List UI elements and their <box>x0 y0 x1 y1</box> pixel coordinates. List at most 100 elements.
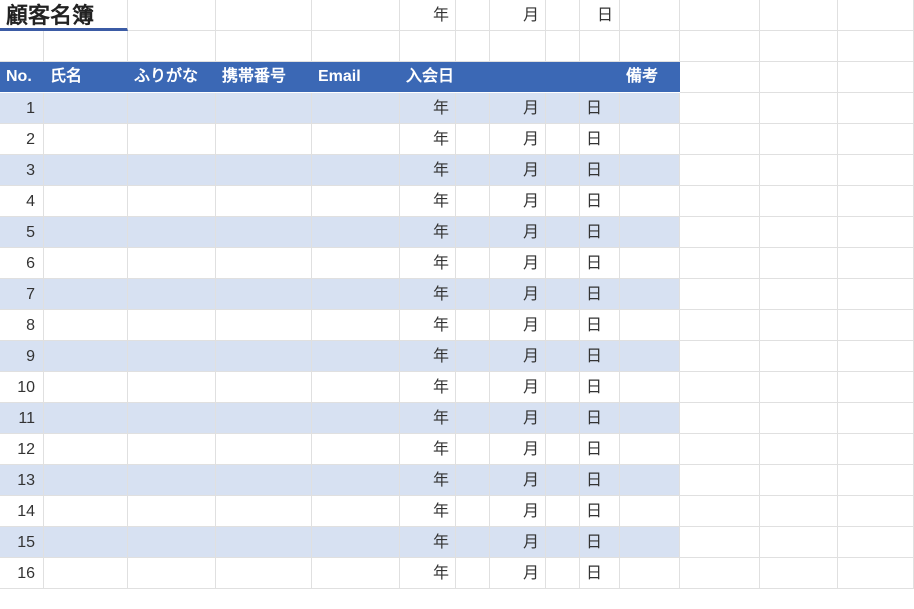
cell-furigana[interactable] <box>128 558 216 589</box>
cell-month-value[interactable] <box>546 372 580 403</box>
cell-mobile[interactable] <box>216 527 312 558</box>
cell-year-value[interactable] <box>456 372 490 403</box>
cell-notes[interactable] <box>620 124 680 155</box>
cell-mobile[interactable] <box>216 558 312 589</box>
cell-name[interactable] <box>44 279 128 310</box>
cell-month-value[interactable] <box>546 217 580 248</box>
cell-notes[interactable] <box>620 496 680 527</box>
cell-month-value[interactable] <box>546 341 580 372</box>
cell-month-value[interactable] <box>546 403 580 434</box>
cell-month-value[interactable] <box>546 124 580 155</box>
cell-notes[interactable] <box>620 527 680 558</box>
cell-notes[interactable] <box>620 465 680 496</box>
cell-furigana[interactable] <box>128 310 216 341</box>
cell-furigana[interactable] <box>128 372 216 403</box>
cell-email[interactable] <box>312 558 400 589</box>
row-no[interactable]: 3 <box>0 155 44 186</box>
cell-month-value[interactable] <box>546 310 580 341</box>
cell-year-value[interactable] <box>456 217 490 248</box>
cell-email[interactable] <box>312 434 400 465</box>
cell-name[interactable] <box>44 558 128 589</box>
cell-email[interactable] <box>312 527 400 558</box>
cell-mobile[interactable] <box>216 279 312 310</box>
cell-notes[interactable] <box>620 155 680 186</box>
cell-furigana[interactable] <box>128 496 216 527</box>
cell-name[interactable] <box>44 527 128 558</box>
cell-month-value[interactable] <box>546 527 580 558</box>
cell-name[interactable] <box>44 341 128 372</box>
row-no[interactable]: 8 <box>0 310 44 341</box>
cell-notes[interactable] <box>620 279 680 310</box>
cell-name[interactable] <box>44 217 128 248</box>
cell-mobile[interactable] <box>216 124 312 155</box>
cell-name[interactable] <box>44 496 128 527</box>
cell-month-value[interactable] <box>546 496 580 527</box>
cell-notes[interactable] <box>620 372 680 403</box>
cell-year-value[interactable] <box>456 124 490 155</box>
cell-email[interactable] <box>312 155 400 186</box>
row-no[interactable]: 15 <box>0 527 44 558</box>
cell-mobile[interactable] <box>216 217 312 248</box>
cell-name[interactable] <box>44 372 128 403</box>
cell-furigana[interactable] <box>128 93 216 124</box>
cell-mobile[interactable] <box>216 155 312 186</box>
cell-name[interactable] <box>44 93 128 124</box>
cell-month-value[interactable] <box>546 434 580 465</box>
cell-email[interactable] <box>312 124 400 155</box>
cell-year-value[interactable] <box>456 341 490 372</box>
cell-furigana[interactable] <box>128 124 216 155</box>
cell-name[interactable] <box>44 403 128 434</box>
cell-email[interactable] <box>312 279 400 310</box>
cell-email[interactable] <box>312 403 400 434</box>
cell-name[interactable] <box>44 155 128 186</box>
cell-year-value[interactable] <box>456 186 490 217</box>
cell-furigana[interactable] <box>128 465 216 496</box>
cell-email[interactable] <box>312 186 400 217</box>
cell-mobile[interactable] <box>216 310 312 341</box>
cell-month-value[interactable] <box>546 248 580 279</box>
cell-name[interactable] <box>44 186 128 217</box>
cell-notes[interactable] <box>620 186 680 217</box>
cell-email[interactable] <box>312 93 400 124</box>
cell-notes[interactable] <box>620 403 680 434</box>
cell-year-value[interactable] <box>456 465 490 496</box>
cell-mobile[interactable] <box>216 403 312 434</box>
cell-mobile[interactable] <box>216 465 312 496</box>
cell-furigana[interactable] <box>128 341 216 372</box>
cell-name[interactable] <box>44 434 128 465</box>
cell-notes[interactable] <box>620 310 680 341</box>
cell-month-value[interactable] <box>546 155 580 186</box>
cell-year-value[interactable] <box>456 155 490 186</box>
cell-email[interactable] <box>312 372 400 403</box>
cell-notes[interactable] <box>620 558 680 589</box>
cell-mobile[interactable] <box>216 186 312 217</box>
row-no[interactable]: 4 <box>0 186 44 217</box>
cell-year-value[interactable] <box>456 279 490 310</box>
row-no[interactable]: 11 <box>0 403 44 434</box>
cell-furigana[interactable] <box>128 155 216 186</box>
cell-email[interactable] <box>312 310 400 341</box>
cell-mobile[interactable] <box>216 372 312 403</box>
cell-year-value[interactable] <box>456 527 490 558</box>
row-no[interactable]: 13 <box>0 465 44 496</box>
row-no[interactable]: 16 <box>0 558 44 589</box>
cell-email[interactable] <box>312 465 400 496</box>
cell-year-value[interactable] <box>456 310 490 341</box>
row-no[interactable]: 1 <box>0 93 44 124</box>
cell-furigana[interactable] <box>128 217 216 248</box>
row-no[interactable]: 12 <box>0 434 44 465</box>
row-no[interactable]: 6 <box>0 248 44 279</box>
cell-furigana[interactable] <box>128 248 216 279</box>
cell-furigana[interactable] <box>128 186 216 217</box>
row-no[interactable]: 2 <box>0 124 44 155</box>
cell-email[interactable] <box>312 248 400 279</box>
cell-name[interactable] <box>44 310 128 341</box>
cell-month-value[interactable] <box>546 186 580 217</box>
cell-notes[interactable] <box>620 248 680 279</box>
row-no[interactable]: 5 <box>0 217 44 248</box>
row-no[interactable]: 9 <box>0 341 44 372</box>
cell-email[interactable] <box>312 341 400 372</box>
cell-mobile[interactable] <box>216 341 312 372</box>
row-no[interactable]: 7 <box>0 279 44 310</box>
cell-year-value[interactable] <box>456 248 490 279</box>
